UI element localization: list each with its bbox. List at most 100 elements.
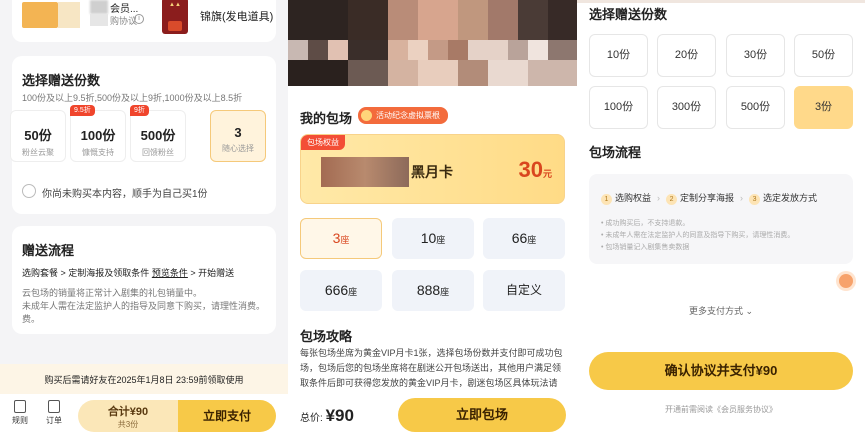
quantity-option-100[interactable]: 100份: [589, 86, 648, 129]
benefit-tag: 包场权益: [301, 135, 345, 150]
benefit-price-unit: 元: [542, 169, 552, 179]
pixelated-banner: [288, 0, 577, 86]
flow-note-text: 包场销量记入剧集售卖数据: [605, 244, 690, 251]
orders-label: 订单: [46, 416, 62, 425]
quantity-option-20[interactable]: 20份: [657, 34, 716, 77]
seat-option-3[interactable]: 3座: [300, 218, 382, 259]
ticket-icon: [361, 110, 372, 121]
confirm-panel: 选择赠送份数 10份 20份 30份 50份 100份 300份 500份 3份…: [577, 0, 865, 438]
banner-poster: ▲▲: [162, 0, 188, 34]
quantity-option-30[interactable]: 30份: [726, 34, 785, 77]
more-payment-label: 更多支付方式: [688, 306, 743, 316]
blurred-content: [90, 0, 108, 14]
ticket-badge[interactable]: 活动纪念虚拟票根: [358, 107, 448, 124]
rules-label: 规则: [12, 416, 28, 425]
discount-tag: 9折: [130, 105, 149, 116]
flow-note-text: 成功购买后，不支持退款。: [605, 220, 690, 227]
gift-option-50[interactable]: 50份 粉丝云聚: [10, 110, 66, 162]
total-price: 总价: ¥90: [300, 406, 354, 426]
more-payment-toggle[interactable]: 更多支付方式 ⌄: [577, 304, 865, 317]
flow-step-3: 开始赠送: [198, 268, 235, 278]
flow-box: 1 选购权益 › 2 定制分享海报 › 3 选定发放方式 • 成功购买后，不支持退款。 • 未…: [589, 174, 853, 264]
banner-graphic: ▲▲: [169, 2, 181, 8]
orders-button[interactable]: 订单: [40, 400, 68, 426]
seat-value: 66: [511, 230, 528, 246]
seat-unit: 座: [527, 235, 537, 245]
option-desc: 粉丝云聚: [22, 148, 54, 157]
claim-notice: 购买后需请好友在2025年1月8日 23:59前领取使用: [0, 364, 288, 394]
total-summary: 合计¥90 共3份: [78, 400, 178, 432]
vip-thumbnail-part: [58, 2, 80, 28]
option-count: 50份: [24, 128, 52, 143]
gift-option-custom[interactable]: 3 随心选择: [210, 110, 266, 162]
seat-option-66[interactable]: 66座: [483, 218, 565, 259]
flow-step-1: 选购套餐: [22, 268, 59, 278]
benefit-name: 黑月卡: [411, 164, 453, 180]
seat-option-888[interactable]: 888座: [392, 270, 474, 311]
discount-tag: 9.5折: [70, 105, 95, 116]
flow-note: 费。: [22, 314, 41, 324]
quantity-option-500[interactable]: 500份: [726, 86, 785, 129]
vip-text: 会员...: [110, 4, 139, 15]
option-desc: 回馈粉丝: [142, 148, 174, 157]
arrow-icon: ›: [657, 193, 661, 203]
seat-value: 666: [324, 282, 349, 298]
guide-title: 包场攻略: [300, 329, 353, 344]
gift-title: 选择赠送份数: [589, 7, 668, 22]
pay-now-button[interactable]: 立即支付: [178, 400, 276, 432]
vip-thumbnail: [22, 2, 58, 28]
floating-button[interactable]: [839, 274, 853, 288]
product-card: 会员... 购协议 i ▲▲ 锦旗(发电道具): [12, 0, 276, 42]
agreement-link[interactable]: 购协议: [110, 14, 137, 27]
gift-quantity-card: 选择赠送份数 100份及以上9.5折,500份及以上9折,1000份及以上8.5…: [10, 56, 276, 214]
rules-button[interactable]: 规则: [6, 400, 34, 426]
discount-info: 100份及以上9.5折,500份及以上9折,1000份及以上8.5折: [22, 93, 243, 103]
info-icon[interactable]: i: [134, 14, 144, 24]
quantity-option-custom[interactable]: 3份: [794, 86, 853, 129]
book-now-button[interactable]: 立即包场: [398, 398, 566, 432]
claim-notice-text: 购买后需请好友在2025年1月8日 23:59前领取使用: [44, 375, 244, 385]
seat-option-666[interactable]: 666座: [300, 270, 382, 311]
orders-icon: [48, 400, 60, 413]
preview-conditions-link[interactable]: 预览条件: [152, 268, 188, 278]
arrow-icon: ›: [740, 193, 744, 203]
flow-title: 包场流程: [589, 145, 642, 160]
total-value: ¥90: [325, 406, 354, 425]
quantity-option-50[interactable]: 50份: [794, 34, 853, 77]
booking-body: 我的包场 活动纪念虚拟票根 包场权益 黑月卡 30元 3座 10座 66座 66…: [288, 94, 577, 438]
seat-option-10[interactable]: 10座: [392, 218, 474, 259]
banner-ribbon: [168, 21, 182, 31]
self-buy-label: 你尚未购买本内容，顺手为自己买1份: [42, 189, 208, 200]
confirm-pay-button[interactable]: 确认协议并支付¥90: [589, 352, 853, 390]
service-agreement-link[interactable]: 开通前需阅读《会员服务协议》: [577, 404, 865, 415]
seat-value: 888: [416, 282, 441, 298]
gift-title: 选择赠送份数: [22, 73, 101, 88]
checkout-bar: 规则 订单 合计¥90 共3份 立即支付: [0, 394, 288, 438]
quantity-option-10[interactable]: 10份: [589, 34, 648, 77]
self-buy-checkbox[interactable]: [22, 184, 36, 198]
option-desc: 随心选择: [222, 144, 254, 153]
chevron-down-icon: ⌄: [745, 306, 754, 316]
flow-step-2: 定制分享海报: [680, 193, 735, 203]
seat-value: 10: [420, 230, 437, 246]
booking-checkout-bar: 总价: ¥90 立即包场: [288, 392, 577, 438]
rules-icon: [14, 400, 26, 413]
flow-arrow-icon: >: [190, 268, 199, 278]
seat-option-custom[interactable]: 自定义: [483, 270, 565, 311]
flow-title: 赠送流程: [22, 243, 75, 258]
gift-option-100[interactable]: 9.5折 100份 慷慨支持: [70, 105, 126, 162]
flow-note: 云包场的销量将正常计入剧集的礼包销量中。: [22, 288, 203, 298]
blurred-content: [90, 14, 108, 26]
product-name: 锦旗(发电道具): [200, 11, 274, 23]
flow-step-1: 选购权益: [615, 193, 652, 203]
total-price: 合计¥90: [107, 406, 149, 418]
flow-note-text: 未成年人需在法定监护人的同意及指导下购买，请理性消费。: [605, 232, 795, 239]
option-count: 500份: [140, 128, 176, 143]
gift-option-500[interactable]: 9折 500份 回馈粉丝: [130, 105, 186, 162]
flow-note: • 包场销量记入剧集售卖数据: [601, 244, 690, 251]
seat-unit: 座: [440, 287, 450, 297]
blurred-content: [321, 157, 409, 187]
flow-note: • 未成年人需在法定监护人的同意及指导下购买，请理性消费。: [601, 232, 795, 239]
quantity-option-300[interactable]: 300份: [657, 86, 716, 129]
flow-steps: 1 选购权益 › 2 定制分享海报 › 3 选定发放方式: [601, 191, 817, 205]
